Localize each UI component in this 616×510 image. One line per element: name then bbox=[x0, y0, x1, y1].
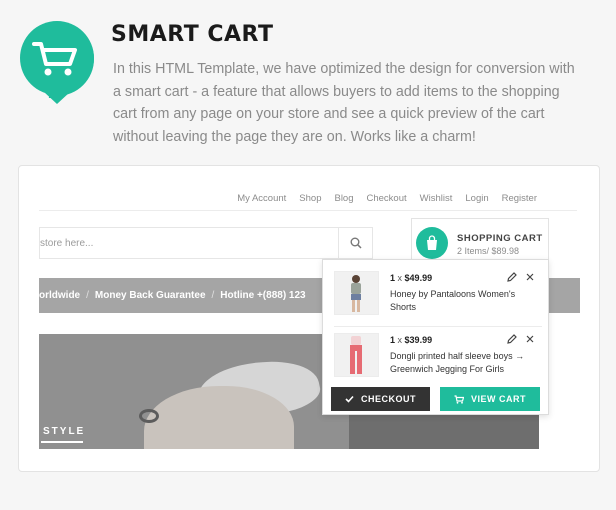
view-cart-button[interactable]: VIEW CART bbox=[440, 387, 540, 411]
product-name[interactable]: Honey by Pantaloons Women's Shorts bbox=[390, 288, 540, 314]
feature-description: In this HTML Template, we have optimized… bbox=[113, 61, 575, 145]
checkout-label: CHECKOUT bbox=[361, 394, 416, 404]
nav-shop[interactable]: Shop bbox=[299, 193, 321, 204]
checkout-button[interactable]: CHECKOUT bbox=[331, 387, 430, 411]
hero-label: STYLE bbox=[43, 426, 86, 437]
info-item: Money Back Guarantee bbox=[94, 290, 206, 301]
speech-tail-icon bbox=[44, 92, 70, 104]
info-separator: / bbox=[211, 290, 215, 301]
hero-underline bbox=[41, 441, 83, 443]
search-box bbox=[39, 227, 373, 259]
nav-login[interactable]: Login bbox=[465, 193, 488, 204]
cart-item: 1 x $49.99 Honey by Pantaloons Women's S… bbox=[334, 271, 544, 321]
cart-title: SHOPPING CART bbox=[457, 233, 543, 244]
nav-my-account[interactable]: My Account bbox=[237, 193, 286, 204]
view-cart-label: VIEW CART bbox=[471, 394, 526, 404]
info-separator: / bbox=[86, 290, 89, 301]
shopping-bag-icon bbox=[416, 227, 448, 259]
search-input[interactable] bbox=[40, 228, 340, 258]
nav-checkout[interactable]: Checkout bbox=[367, 193, 407, 204]
product-thumbnail[interactable] bbox=[334, 333, 379, 377]
feature-title: SMART CART bbox=[111, 22, 274, 47]
nav-wishlist[interactable]: Wishlist bbox=[420, 193, 453, 204]
shopping-cart-icon bbox=[18, 20, 96, 106]
nav-register[interactable]: Register bbox=[502, 193, 537, 204]
qty-price: 1 x $49.99 bbox=[390, 273, 433, 283]
cart-summary: 2 Items/ $89.98 bbox=[457, 246, 520, 256]
remove-icon[interactable] bbox=[524, 333, 536, 345]
product-name[interactable]: Dongli printed half sleeve boys → Greenw… bbox=[390, 350, 540, 376]
divider bbox=[334, 326, 542, 327]
hero-hand bbox=[144, 386, 294, 449]
cart-dropdown: 1 x $49.99 Honey by Pantaloons Women's S… bbox=[322, 259, 549, 415]
check-icon bbox=[345, 395, 354, 403]
search-button[interactable] bbox=[338, 228, 372, 258]
remove-icon[interactable] bbox=[524, 271, 536, 283]
nav-blog[interactable]: Blog bbox=[334, 193, 353, 204]
qty-price: 1 x $39.99 bbox=[390, 335, 433, 345]
cart-item: 1 x $39.99 Dongli printed half sleeve bo… bbox=[334, 333, 544, 383]
edit-icon[interactable] bbox=[506, 333, 518, 345]
template-preview: My Account Shop Blog Checkout Wishlist L… bbox=[18, 165, 600, 472]
info-bar-text: orldwide / Money Back Guarantee / Hotline +(… bbox=[39, 290, 306, 301]
info-item: Hotline +(888) 123 bbox=[220, 290, 306, 301]
info-item: orldwide bbox=[39, 290, 81, 301]
edit-icon[interactable] bbox=[506, 271, 518, 283]
top-navigation: My Account Shop Blog Checkout Wishlist L… bbox=[237, 193, 537, 204]
search-icon bbox=[350, 237, 362, 249]
product-thumbnail[interactable] bbox=[334, 271, 379, 315]
hero-ring bbox=[139, 409, 159, 423]
cart-icon bbox=[454, 394, 464, 404]
divider bbox=[39, 210, 577, 211]
